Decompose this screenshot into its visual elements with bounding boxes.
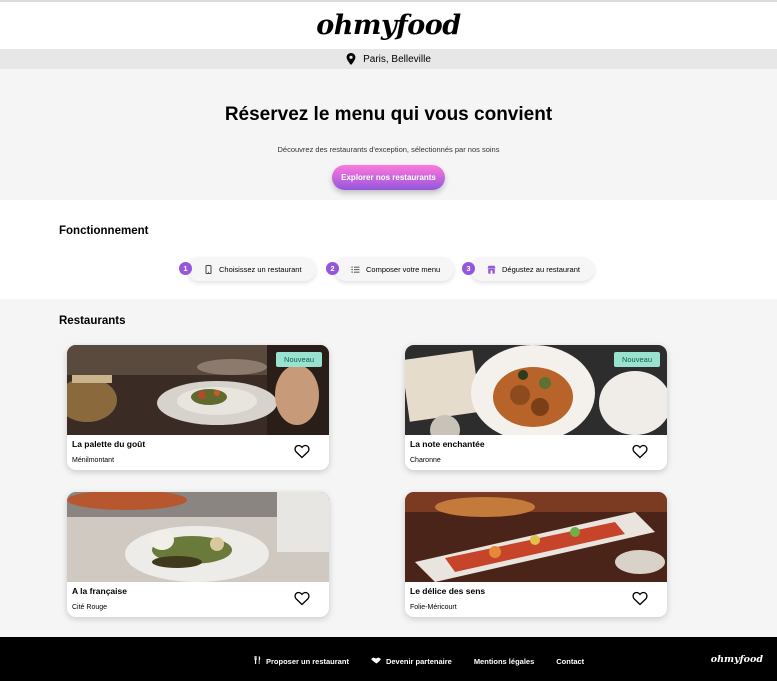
site-footer: Proposer un restaurant Devenir partenair… [0,637,777,681]
step-label: Composer votre menu [366,264,441,274]
map-pin-icon [346,53,356,65]
restaurant-name: Le délice des sens [410,586,486,596]
new-badge: Nouveau [613,352,660,367]
restaurants-section: Restaurants Nouveau La palette du goût M… [0,299,777,637]
step-number: 2 [326,262,339,275]
footer-link-label: Contact [556,656,585,666]
heart-icon[interactable] [632,591,648,606]
footer-link-become-partner[interactable]: Devenir partenaire [370,656,452,666]
restaurant-card[interactable]: Nouveau La note enchantée Charonne [405,345,667,470]
store-icon [487,265,496,274]
new-badge: Nouveau [275,352,322,367]
location-label: Paris, Belleville [363,53,431,65]
step-pill: Dégustez au restaurant [470,257,594,281]
restaurant-photo: Nouveau [67,345,329,435]
hero-subtitle: Découvrez des restaurants d'exception, s… [277,145,500,154]
how-it-works-title: Fonctionnement [59,225,149,237]
step-label: Dégustez au restaurant [502,264,580,274]
footer-link-legal[interactable]: Mentions légales [474,657,534,666]
hero-section: Réservez le menu qui vous convient Décou… [0,69,777,200]
restaurants-title: Restaurants [59,315,126,327]
restaurant-card[interactable]: Le délice des sens Folie-Méricourt [405,492,667,617]
heart-icon[interactable] [294,591,310,606]
utensils-icon [254,656,261,666]
restaurant-location: Cité Rouge [72,604,108,611]
restaurant-name: La palette du goût [72,439,146,449]
restaurant-name: A la française [72,586,127,596]
restaurant-card[interactable]: Nouveau La palette du goût Ménilmontant [67,345,329,470]
step-pill: Choisissez un restaurant [187,257,316,281]
site-logo[interactable]: ohmyfood [316,10,461,41]
restaurant-location: Charonne [410,457,441,464]
step-pill: Composer votre menu [334,257,455,281]
restaurant-name: La note enchantée [410,439,485,449]
restaurant-photo: Nouveau [405,345,667,435]
footer-link-contact[interactable]: Contact [556,657,584,666]
list-icon [351,265,360,274]
footer-link-propose-restaurant[interactable]: Proposer un restaurant [254,656,349,666]
restaurant-photo [405,492,667,582]
handshake-icon [370,657,381,666]
footer-link-label: Proposer un restaurant [266,656,349,666]
how-it-works-section: Fonctionnement 1 Choisissez un restauran… [0,200,777,299]
step-label: Choisissez un restaurant [219,264,302,274]
restaurant-card[interactable]: A la française Cité Rouge [67,492,329,617]
site-header: ohmyfood [0,2,777,48]
footer-link-label: Mentions légales [473,656,535,666]
footer-nav: Proposer un restaurant Devenir partenair… [254,656,606,666]
footer-logo[interactable]: ohmyfood [711,654,763,665]
hero-title: Réservez le menu qui vous convient [224,104,553,125]
location-bar: Paris, Belleville [0,49,777,69]
step-number: 3 [462,262,475,275]
heart-icon[interactable] [632,444,648,459]
heart-icon[interactable] [294,444,310,459]
restaurant-location: Ménilmontant [72,457,115,464]
smartphone-icon [204,264,213,274]
footer-link-label: Devenir partenaire [385,656,452,666]
step-number: 1 [179,262,192,275]
explore-restaurants-button[interactable]: Explorer nos restaurants [332,165,445,190]
restaurant-location: Folie-Méricourt [410,604,457,611]
restaurant-photo [67,492,329,582]
